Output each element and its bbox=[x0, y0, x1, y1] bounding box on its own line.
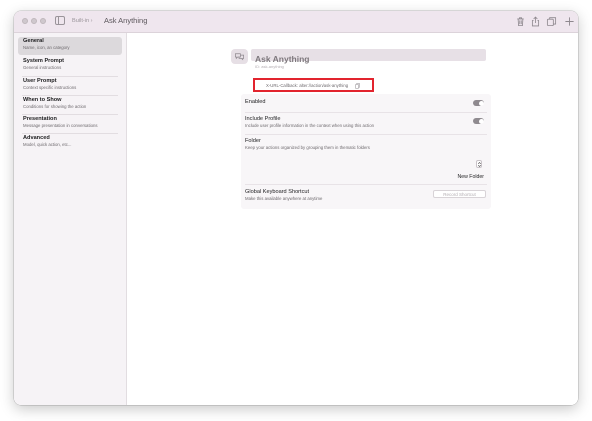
trash-icon[interactable] bbox=[515, 16, 526, 27]
new-folder-button[interactable]: New Folder bbox=[447, 173, 484, 182]
shortcut-label: Global Keyboard Shortcut bbox=[245, 189, 310, 195]
share-icon[interactable] bbox=[530, 16, 541, 27]
sidebar-item-label: General bbox=[23, 38, 44, 44]
sidebar-item-subtitle: General instructions bbox=[23, 65, 62, 70]
action-name-input[interactable] bbox=[251, 53, 486, 65]
sidebar-item-label: Presentation bbox=[23, 116, 57, 122]
include-profile-label: Include Profile bbox=[245, 116, 281, 122]
enabled-label: Enabled bbox=[245, 99, 266, 105]
action-name-field[interactable] bbox=[251, 49, 486, 65]
sidebar-toggle-icon[interactable] bbox=[55, 16, 65, 25]
include-profile-description: Include user profile information in the … bbox=[245, 123, 374, 128]
callback-url-text[interactable]: X-URL-Callback: alter://action/ask-anyth… bbox=[266, 83, 348, 89]
sidebar-item-label: System Prompt bbox=[23, 58, 65, 64]
duplicate-icon[interactable] bbox=[546, 16, 557, 27]
sidebar-item-subtitle: Conditions for showing the action bbox=[23, 104, 87, 109]
sidebar-item-subtitle: Name, icon, an category bbox=[23, 45, 70, 50]
chat-bubbles-icon[interactable] bbox=[231, 49, 248, 64]
include-profile-toggle[interactable] bbox=[473, 118, 484, 124]
sidebar-item-presentation[interactable]: Presentation Message presentation in con… bbox=[18, 115, 122, 133]
close-window-button[interactable] bbox=[22, 18, 28, 24]
sidebar-item-system-prompt[interactable]: System Prompt General instructions bbox=[18, 57, 122, 75]
sidebar: General Name, icon, an category System P… bbox=[14, 33, 127, 405]
app-window: Built-in › Ask Anything General Name, ic… bbox=[14, 11, 578, 405]
plus-icon[interactable] bbox=[564, 16, 575, 27]
enabled-toggle[interactable] bbox=[473, 100, 484, 106]
shortcut-description: Make this available anywhere at anytime bbox=[245, 196, 323, 201]
record-shortcut-button[interactable]: Record Shortcut bbox=[433, 190, 486, 198]
sidebar-item-subtitle: Model, quick action, etc... bbox=[23, 142, 72, 147]
action-id-text: ID: ask-anything bbox=[255, 64, 284, 69]
sidebar-item-when-to-show[interactable]: When to Show Conditions for showing the … bbox=[18, 96, 122, 114]
sidebar-item-subtitle: Message presentation in conversations bbox=[23, 123, 98, 128]
divider bbox=[245, 134, 487, 135]
window-title: Ask Anything bbox=[104, 16, 148, 25]
sidebar-item-label: When to Show bbox=[23, 97, 62, 103]
breadcrumb[interactable]: Built-in › bbox=[72, 16, 93, 26]
folder-label: Folder bbox=[245, 138, 261, 144]
copy-icon[interactable] bbox=[355, 83, 360, 89]
folder-select-stepper[interactable] bbox=[476, 160, 482, 168]
sidebar-item-user-prompt[interactable]: User Prompt Context specific instruction… bbox=[18, 77, 122, 95]
sidebar-item-label: User Prompt bbox=[23, 78, 57, 84]
main-panel: ID: ask-anything X-URL-Callback: alter:/… bbox=[127, 33, 578, 405]
title-bar: Built-in › Ask Anything bbox=[14, 11, 578, 33]
divider bbox=[245, 184, 487, 185]
zoom-window-button[interactable] bbox=[40, 18, 46, 24]
sidebar-item-subtitle: Context specific instructions bbox=[23, 85, 77, 90]
settings-group: Enabled Include Profile Include user pro… bbox=[241, 94, 491, 209]
callback-url-highlight: X-URL-Callback: alter://action/ask-anyth… bbox=[253, 78, 374, 92]
sidebar-item-general[interactable]: General Name, icon, an category bbox=[18, 37, 122, 55]
divider bbox=[245, 112, 487, 113]
minimize-window-button[interactable] bbox=[31, 18, 37, 24]
folder-description: Keep your actions organized by grouping … bbox=[245, 145, 370, 150]
sidebar-item-advanced[interactable]: Advanced Model, quick action, etc... bbox=[18, 134, 122, 152]
sidebar-item-label: Advanced bbox=[23, 135, 50, 141]
